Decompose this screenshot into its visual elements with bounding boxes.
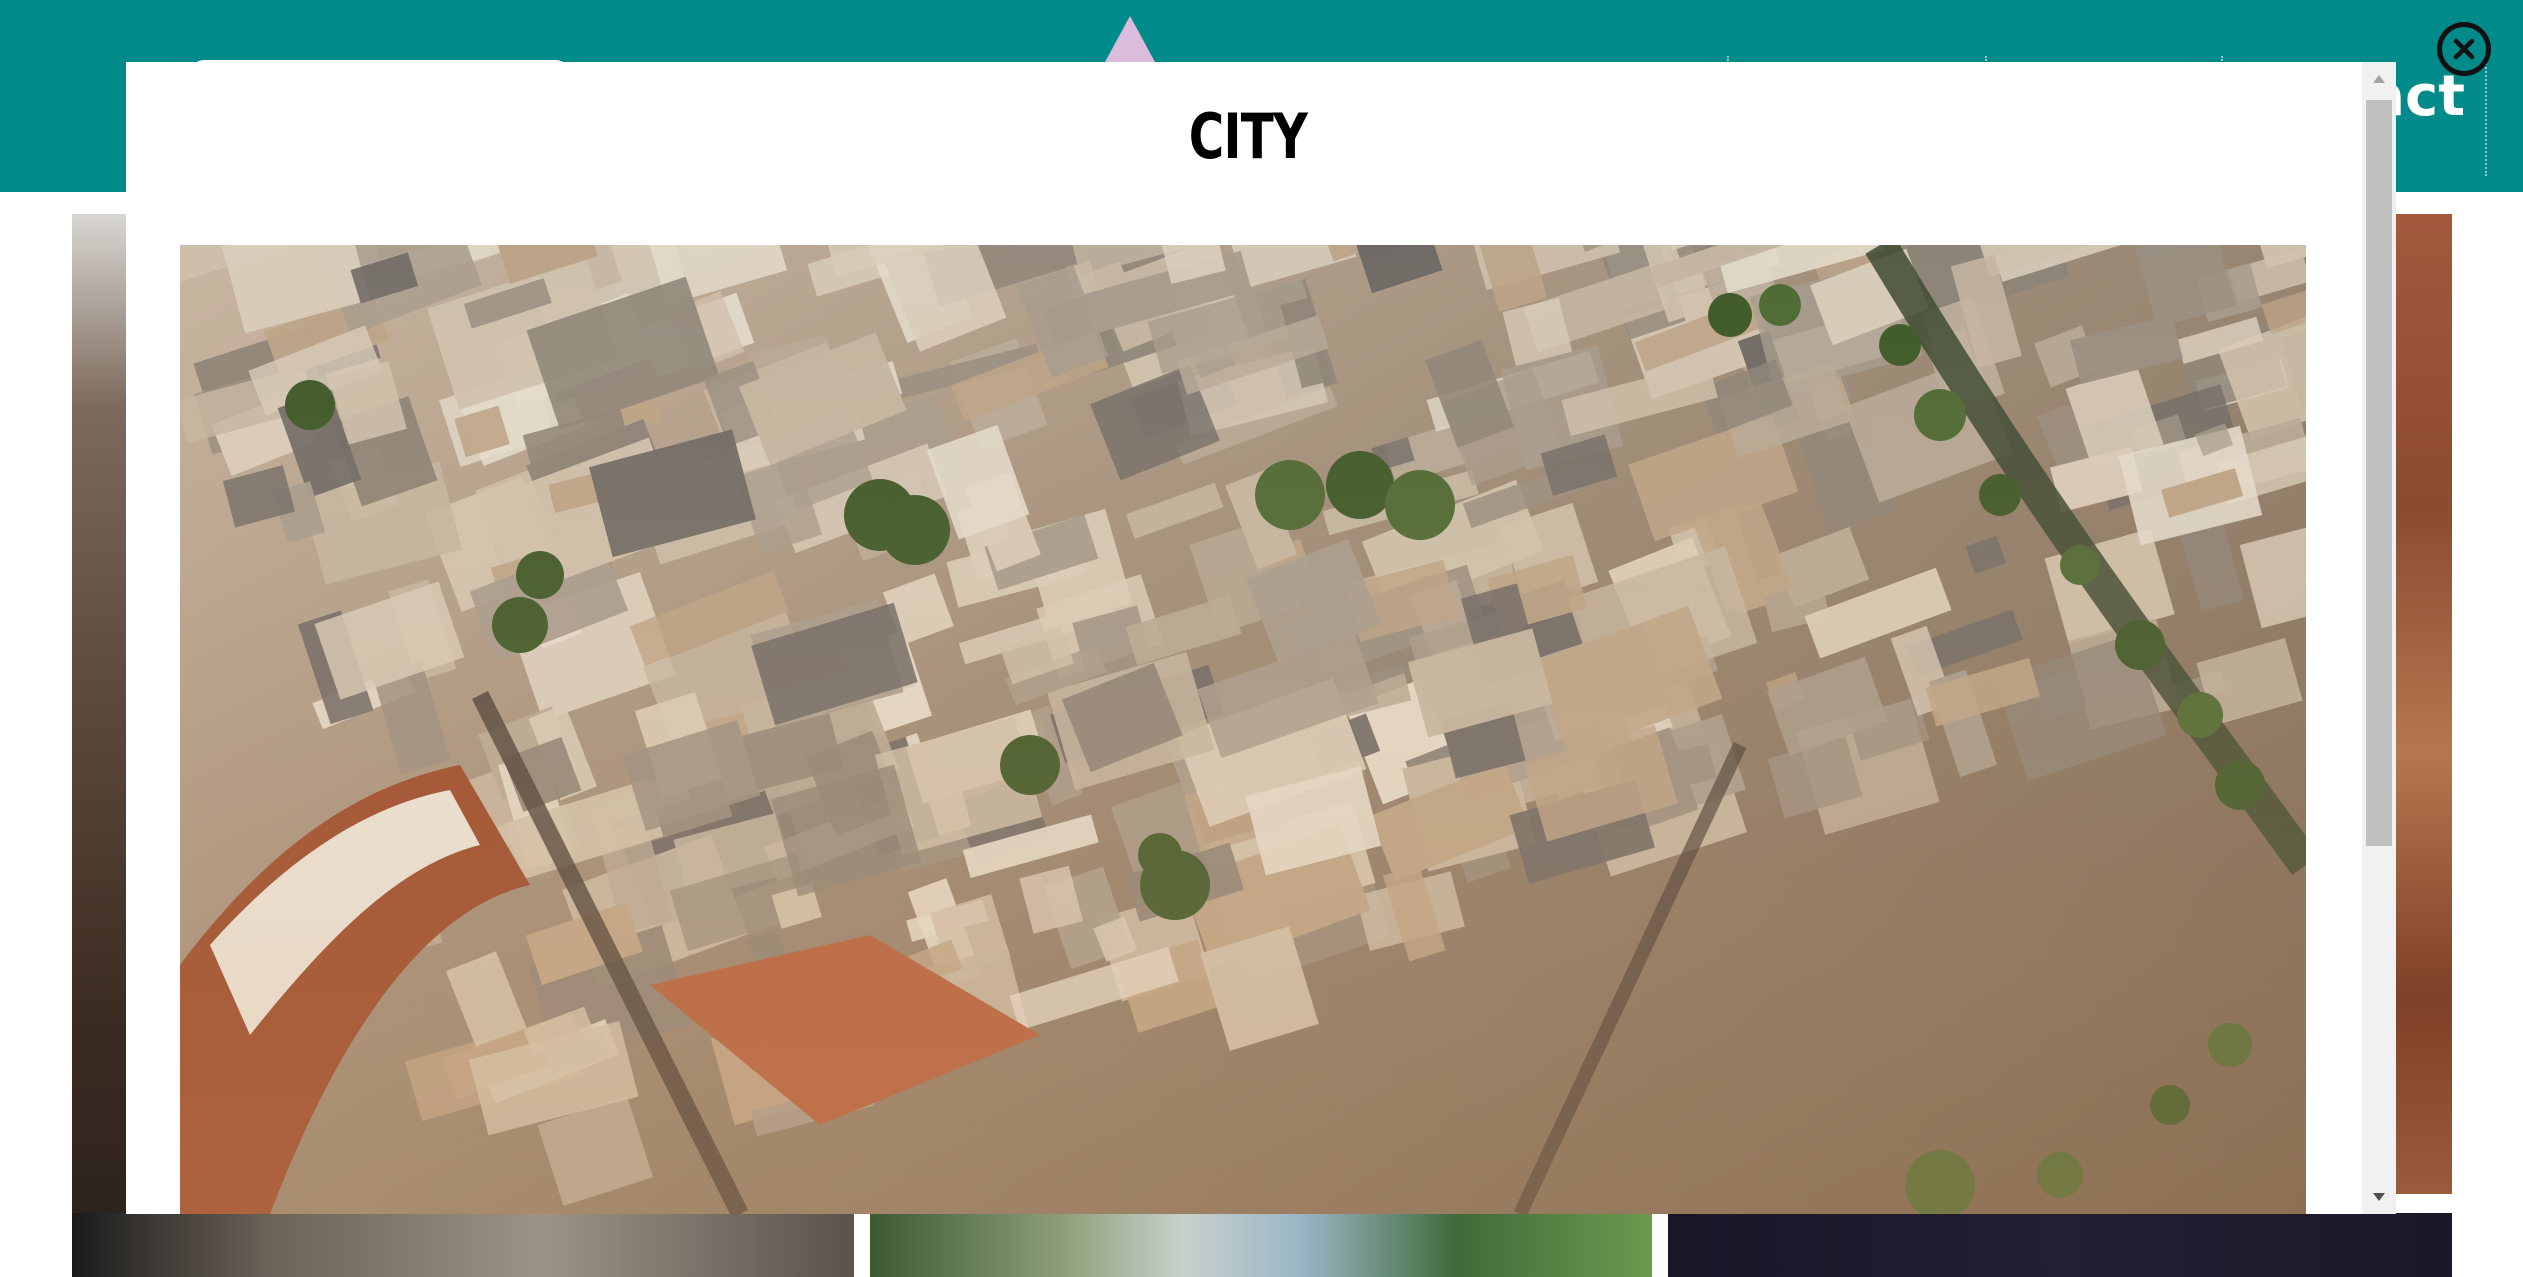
gallery-thumbnail[interactable] bbox=[72, 1213, 854, 1277]
close-button[interactable] bbox=[2437, 22, 2491, 76]
aerial-city-photo bbox=[180, 245, 2306, 1214]
gallery-thumbnail[interactable] bbox=[870, 1213, 1652, 1277]
scroll-up-button[interactable] bbox=[2362, 62, 2396, 96]
gallery-card-left[interactable] bbox=[72, 214, 132, 1277]
close-icon bbox=[2453, 38, 2475, 60]
lightbox-modal: CITY bbox=[126, 62, 2396, 1214]
triangle-logo-icon bbox=[1105, 16, 1155, 62]
modal-scrollbar[interactable] bbox=[2362, 62, 2396, 1214]
gallery-card-right[interactable] bbox=[2394, 214, 2452, 1194]
gallery-thumbnail[interactable] bbox=[1668, 1213, 2452, 1277]
scrollbar-thumb[interactable] bbox=[2366, 100, 2392, 846]
modal-title: CITY bbox=[1188, 100, 1308, 173]
arrow-up-icon bbox=[2373, 75, 2385, 83]
nav-divider bbox=[2485, 56, 2487, 176]
page: Contact CITY bbox=[0, 0, 2523, 1277]
scroll-down-button[interactable] bbox=[2362, 1180, 2396, 1214]
arrow-down-icon bbox=[2373, 1193, 2385, 1201]
